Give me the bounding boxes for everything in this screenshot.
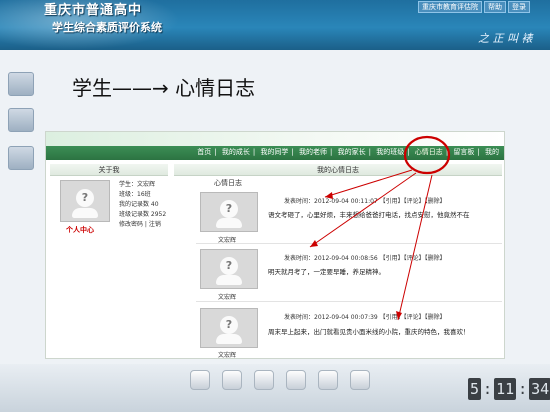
- taskbar-app-icon[interactable]: [286, 370, 306, 390]
- annotation-overlay: [309, 135, 451, 321]
- clock-hour: 5: [468, 378, 482, 400]
- highlight-circle-annotation: [403, 135, 451, 175]
- taskbar-app-icon[interactable]: [254, 370, 274, 390]
- clock-second: 34: [529, 378, 550, 400]
- taskbar-app-icon[interactable]: [318, 370, 338, 390]
- arrow-annotation: [309, 172, 417, 248]
- arrow-annotation: [397, 174, 433, 321]
- taskbar-app-icon[interactable]: [350, 370, 370, 390]
- arrow-annotation: [324, 169, 413, 198]
- taskbar-app-icon[interactable]: [190, 370, 210, 390]
- desktop-clock: 5 : 11 : 34: [468, 378, 550, 400]
- taskbar-app-icon[interactable]: [222, 370, 242, 390]
- clock-minute: 11: [494, 378, 517, 400]
